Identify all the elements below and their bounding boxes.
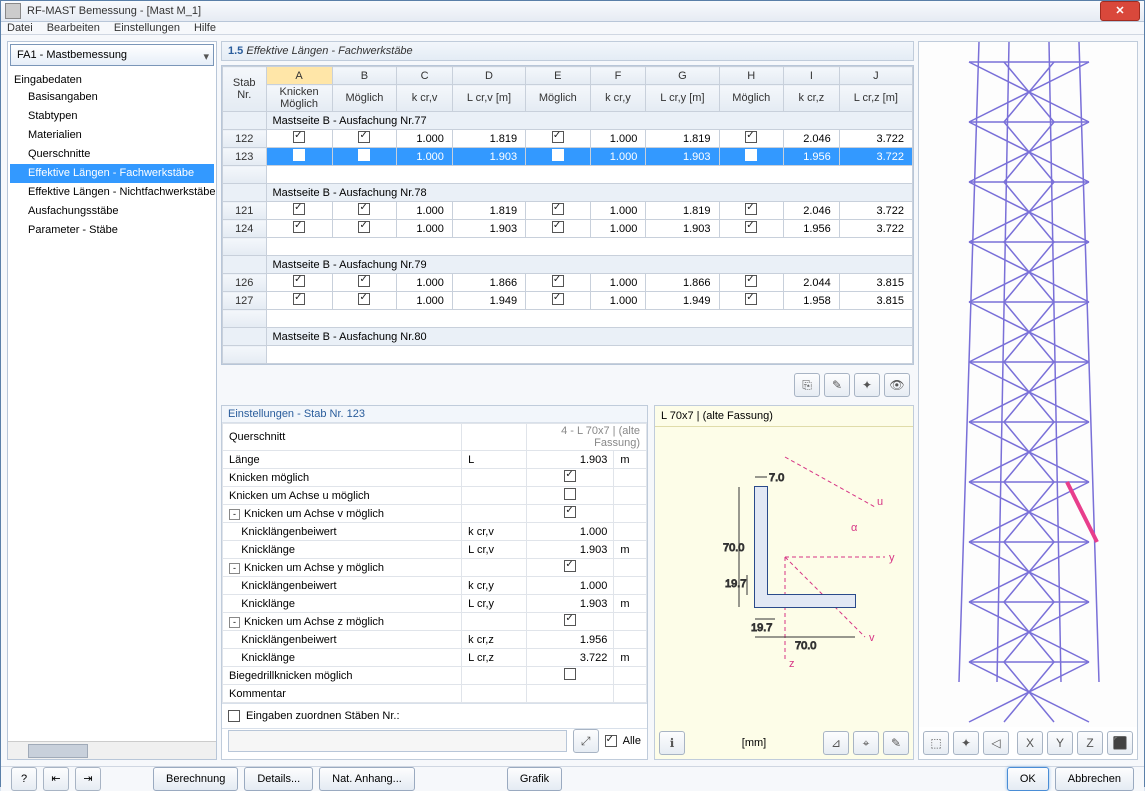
cross-section-panel: L 70x7 | (alte Fassung) u α y v z [654, 405, 914, 760]
tree-root[interactable]: Eingabedaten [10, 72, 214, 88]
svg-text:19.7: 19.7 [725, 578, 746, 590]
view-btn-x[interactable]: X [1017, 731, 1043, 755]
assign-row: Eingaben zuordnen Stäben Nr.: [222, 703, 647, 728]
svg-text:19.7: 19.7 [751, 622, 772, 634]
nav-tree: Eingabedaten BasisangabenStabtypenMateri… [8, 68, 216, 741]
grafik-button[interactable]: Grafik [507, 767, 562, 791]
cs-btn-2[interactable]: ⌖ [853, 731, 879, 755]
cross-section-title: L 70x7 | (alte Fassung) [655, 406, 913, 427]
tree-item[interactable]: Effektive Längen - Fachwerkstäbe [10, 164, 214, 183]
cross-section-footer: ℹ [mm] ⊿ ⌖ ✎ [655, 727, 913, 759]
left-pane: FA1 - Mastbemessung Eingabedaten Basisan… [7, 41, 217, 760]
view-btn-z[interactable]: Z [1077, 731, 1103, 755]
help-button[interactable]: ? [11, 767, 37, 791]
model-view[interactable] [919, 42, 1137, 727]
pick-members-button[interactable]: ⤢ [573, 729, 599, 753]
view-btn-2[interactable]: ✦ [953, 731, 979, 755]
view-btn-1[interactable]: ⬚ [923, 731, 949, 755]
tree-item[interactable]: Parameter - Stäbe [10, 221, 214, 240]
cs-btn-3[interactable]: ✎ [883, 731, 909, 755]
footer: ? ⇤ ⇥ Berechnung Details... Nat. Anhang.… [1, 766, 1144, 791]
settings-panel: Einstellungen - Stab Nr. 123 Querschnitt… [221, 405, 648, 760]
cross-section-drawing: u α y v z 70.0 7.0 19.7 19.7 [655, 427, 913, 727]
menu-hilfe[interactable]: Hilfe [194, 22, 216, 34]
berechnung-button[interactable]: Berechnung [153, 767, 238, 791]
window-title: RF-MAST Bemessung - [Mast M_1] [27, 5, 1100, 17]
menu-einstellungen[interactable]: Einstellungen [114, 22, 180, 34]
app-icon [5, 3, 21, 19]
info-button[interactable]: ℹ [659, 731, 685, 755]
svg-text:70.0: 70.0 [723, 542, 744, 554]
toolbar-btn-1[interactable]: ⎘ [794, 373, 820, 397]
cs-btn-1[interactable]: ⊿ [823, 731, 849, 755]
nat-anhang-button[interactable]: Nat. Anhang... [319, 767, 415, 791]
svg-text:α: α [851, 522, 858, 534]
tree-hscroll[interactable] [8, 741, 216, 759]
menu-bearbeiten[interactable]: Bearbeiten [47, 22, 100, 34]
menubar: Datei Bearbeiten Einstellungen Hilfe [1, 22, 1144, 35]
tree-item[interactable]: Stabtypen [10, 107, 214, 126]
export-button[interactable]: ⇥ [75, 767, 101, 791]
tree-item[interactable]: Basisangaben [10, 88, 214, 107]
abbrechen-button[interactable]: Abbrechen [1055, 767, 1134, 791]
toolbar-btn-4[interactable]: 👁 [884, 373, 910, 397]
section-header: 1.5 Effektive Längen - Fachwerkstäbe [221, 41, 914, 61]
tree-item[interactable]: Querschnitte [10, 145, 214, 164]
ok-button[interactable]: OK [1007, 767, 1049, 791]
main-pane: 1.5 Effektive Längen - Fachwerkstäbe Sta… [221, 41, 914, 760]
tree-item[interactable]: Ausfachungsstäbe [10, 202, 214, 221]
main-grid[interactable]: StabNr.ABCDEFGHIJKnickenMöglichMöglichk … [221, 65, 914, 365]
menu-datei[interactable]: Datei [7, 22, 33, 34]
lower-area: Einstellungen - Stab Nr. 123 Querschnitt… [221, 405, 914, 760]
model-view-toolbar: ⬚ ✦ ◁ X Y Z ⬛ [919, 727, 1137, 759]
view-btn-y[interactable]: Y [1047, 731, 1073, 755]
svg-text:u: u [877, 496, 883, 508]
assign-checkbox[interactable] [228, 710, 240, 722]
svg-text:7.0: 7.0 [769, 472, 784, 484]
grid-toolbar: ⎘ ✎ ✦ 👁 [221, 369, 914, 401]
case-dropdown[interactable]: FA1 - Mastbemessung [10, 44, 214, 66]
assign-input[interactable] [228, 730, 567, 752]
tree-item[interactable]: Effektive Längen - Nichtfachwerkstäbe [10, 183, 214, 202]
close-button[interactable]: ✕ [1100, 1, 1140, 21]
titlebar: RF-MAST Bemessung - [Mast M_1] ✕ [1, 1, 1144, 22]
alle-checkbox[interactable] [605, 735, 617, 747]
details-button[interactable]: Details... [244, 767, 313, 791]
svg-text:z: z [789, 658, 795, 670]
svg-text:y: y [889, 552, 895, 564]
svg-text:v: v [869, 632, 875, 644]
model-view-pane: ⬚ ✦ ◁ X Y Z ⬛ [918, 41, 1138, 760]
toolbar-btn-3[interactable]: ✦ [854, 373, 880, 397]
svg-text:70.0: 70.0 [795, 640, 816, 652]
content: FA1 - Mastbemessung Eingabedaten Basisan… [1, 35, 1144, 766]
tree-item[interactable]: Materialien [10, 126, 214, 145]
view-btn-iso[interactable]: ⬛ [1107, 731, 1133, 755]
view-btn-3[interactable]: ◁ [983, 731, 1009, 755]
import-button[interactable]: ⇤ [43, 767, 69, 791]
settings-title: Einstellungen - Stab Nr. 123 [222, 406, 647, 423]
toolbar-btn-2[interactable]: ✎ [824, 373, 850, 397]
app-window: RF-MAST Bemessung - [Mast M_1] ✕ Datei B… [0, 0, 1145, 787]
